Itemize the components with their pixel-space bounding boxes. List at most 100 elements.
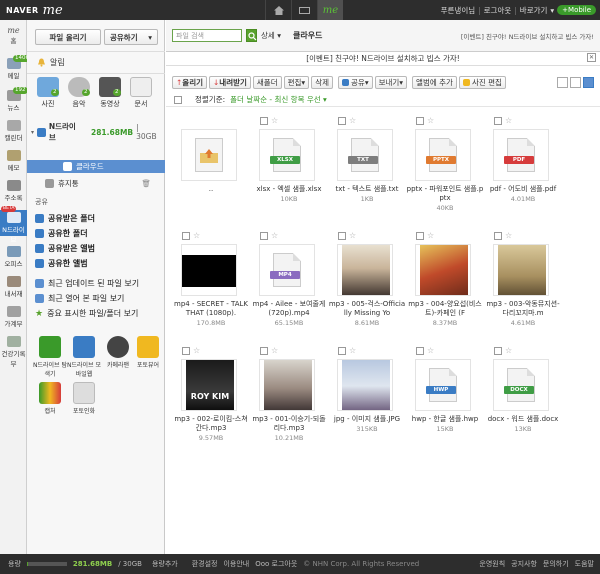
policy-link[interactable]: 운영원칙 bbox=[479, 559, 505, 569]
folder-trash[interactable]: 휴지통 🗑 bbox=[27, 177, 165, 190]
search-button[interactable] bbox=[246, 29, 257, 42]
sort-select[interactable]: 폴더 날짜순 - 최신 항목 우선 ▾ bbox=[230, 94, 327, 105]
naver-me-logo[interactable]: NAVER me bbox=[0, 0, 150, 20]
mobile-button[interactable]: +Mobile bbox=[557, 5, 596, 15]
star-icon[interactable]: ☆ bbox=[193, 231, 200, 240]
edit-button[interactable]: 편집 ▾ bbox=[283, 75, 310, 89]
file-thumbnail[interactable] bbox=[493, 244, 549, 296]
help-link[interactable]: 도움말 bbox=[575, 559, 594, 569]
file-checkbox[interactable] bbox=[260, 346, 268, 355]
app-photo-print[interactable]: 포토인화 bbox=[67, 382, 101, 415]
link-recent-updated[interactable]: 최근 업데이트 된 파일 보기 bbox=[35, 278, 139, 289]
category-photo[interactable]: 2 사진 bbox=[37, 77, 59, 109]
share-button[interactable]: 공유하기 ▾ bbox=[104, 29, 158, 45]
file-checkbox[interactable] bbox=[182, 231, 190, 240]
alarm-row[interactable]: 알림 bbox=[27, 52, 165, 74]
photo-edit-button[interactable]: 사진 편집 bbox=[458, 75, 506, 89]
file-checkbox[interactable] bbox=[416, 231, 424, 240]
app-ndrive-explorer[interactable]: N드라이브 탐색기 bbox=[33, 336, 67, 378]
new-folder-button[interactable]: 새폴더 bbox=[252, 75, 282, 89]
category-document[interactable]: 문서 bbox=[130, 77, 152, 109]
star-icon[interactable]: ☆ bbox=[505, 116, 512, 125]
rail-health[interactable]: 건강기록부 bbox=[0, 336, 27, 368]
link-shared-received-folder[interactable]: 공유받은 폴더 bbox=[35, 213, 95, 224]
upload-file-button[interactable]: 파일 올리기 bbox=[35, 29, 101, 45]
send-button[interactable]: 보내기 ▾ bbox=[374, 75, 408, 89]
app-ndrive-mobile[interactable]: N드라이브 모바일웹 bbox=[67, 336, 101, 378]
star-icon[interactable]: ☆ bbox=[427, 346, 434, 355]
app-capture[interactable]: 캡처 bbox=[33, 382, 67, 415]
rail-mail[interactable]: 1406 메일 bbox=[0, 55, 31, 80]
rail-ndrive[interactable]: BETA N드라이브 bbox=[0, 206, 27, 244]
upload-button[interactable]: ↑ 올리기 bbox=[172, 75, 207, 89]
file-item[interactable]: ☆ mp3 - 005-걱스-Officially Missing Yo 8.61M… bbox=[328, 231, 406, 327]
file-thumbnail[interactable] bbox=[259, 359, 315, 411]
file-checkbox[interactable] bbox=[494, 116, 502, 125]
file-thumbnail[interactable] bbox=[337, 244, 393, 296]
file-item[interactable]: ☆ TXT txt - 텍스트 샘플.txt 1KB bbox=[328, 116, 406, 203]
top-nav-me[interactable]: me bbox=[317, 0, 343, 20]
file-checkbox[interactable] bbox=[494, 231, 502, 240]
star-icon[interactable]: ☆ bbox=[271, 231, 278, 240]
link-shared-folder[interactable]: 공유한 폴더 bbox=[35, 228, 88, 239]
star-icon[interactable]: ☆ bbox=[505, 231, 512, 240]
file-thumbnail[interactable]: XLSX bbox=[259, 129, 315, 181]
file-search-input[interactable]: 파일 검색 bbox=[172, 29, 242, 42]
file-checkbox[interactable] bbox=[338, 346, 346, 355]
add-album-button[interactable]: 앨범에 추가 bbox=[412, 75, 457, 89]
ndrive-root[interactable]: ▾ N드라이브 281.68MB | 30GB bbox=[31, 122, 161, 142]
file-item[interactable]: ☆ DOCX docx - 워드 샘플.docx 13KB bbox=[484, 346, 562, 433]
list-view-icon[interactable] bbox=[557, 76, 568, 88]
star-icon[interactable]: ☆ bbox=[505, 346, 512, 355]
user-name[interactable]: 푸른냉이님 bbox=[441, 5, 476, 16]
category-music[interactable]: 2 음악 bbox=[68, 77, 90, 109]
rail-office[interactable]: 오피스 bbox=[0, 246, 27, 268]
top-nav-window[interactable] bbox=[291, 0, 317, 20]
trash-empty-icon[interactable]: 🗑 bbox=[141, 179, 151, 188]
file-item[interactable]: ☆ HWP hwp - 한글 샘플.hwp 15KB bbox=[406, 346, 484, 433]
file-item[interactable]: ☆ jpg - 이미지 샘플.JPG 315KB bbox=[328, 346, 406, 433]
file-item[interactable]: ☆ MP4 mp4 - Ailee - 보여줄게 (720p).mp4 65.15MB bbox=[250, 231, 328, 327]
settings-link[interactable]: 환경설정 bbox=[192, 559, 218, 569]
link-important[interactable]: ★ 중요 표시한 파일/폴더 보기 bbox=[35, 308, 138, 319]
rail-ledger[interactable]: 가계부 bbox=[0, 306, 27, 328]
rail-memo[interactable]: 메모 bbox=[0, 150, 27, 172]
close-icon[interactable]: ✕ bbox=[587, 53, 596, 62]
guide-link[interactable]: 이용안내 bbox=[223, 559, 249, 569]
select-all-checkbox[interactable] bbox=[174, 95, 182, 104]
star-icon[interactable]: ☆ bbox=[427, 116, 434, 125]
star-icon[interactable]: ☆ bbox=[349, 116, 356, 125]
file-item[interactable]: ☆ PPTX pptx - 파워포인트 샘플.pptx 40KB bbox=[406, 116, 484, 212]
star-icon[interactable]: ☆ bbox=[349, 346, 356, 355]
file-checkbox[interactable] bbox=[182, 346, 190, 355]
app-cameraman[interactable]: 카메라맨 bbox=[101, 336, 135, 369]
grid-view-icon[interactable] bbox=[583, 76, 594, 88]
file-checkbox[interactable] bbox=[260, 231, 268, 240]
file-thumbnail[interactable] bbox=[337, 359, 393, 411]
folder-cloud[interactable]: 클라우드 bbox=[27, 160, 165, 173]
file-checkbox[interactable] bbox=[260, 116, 268, 125]
file-item[interactable]: ☆ PDF pdf - 어도비 샘플.pdf 4.01MB bbox=[484, 116, 562, 203]
rail-calendar[interactable]: 캘린더 bbox=[0, 120, 27, 142]
link-shared-album[interactable]: 공유한 앨범 bbox=[35, 258, 88, 269]
detail-view-icon[interactable] bbox=[570, 76, 581, 88]
file-thumbnail[interactable] bbox=[181, 244, 237, 296]
event-banner-top[interactable]: [이벤트] 친구야! N드라이브 설치하고 빕스 가자! bbox=[461, 31, 594, 41]
file-item[interactable]: ☆ mp4 - SECRET - TALK THAT (1080p). 170.8M… bbox=[172, 231, 250, 327]
add-storage-link[interactable]: 용량추가 bbox=[152, 559, 178, 569]
app-photo-viewer[interactable]: 포토뷰어 bbox=[131, 336, 165, 369]
file-thumbnail[interactable]: DOCX bbox=[493, 359, 549, 411]
file-thumbnail[interactable] bbox=[415, 244, 471, 296]
category-video[interactable]: 2 동영상 bbox=[99, 77, 121, 109]
file-item[interactable]: ☆ mp3 - 001-이승기-되돌리다.mp3 10.21MB bbox=[250, 346, 328, 442]
star-icon[interactable]: ☆ bbox=[193, 346, 200, 355]
file-checkbox[interactable] bbox=[338, 231, 346, 240]
file-item[interactable]: ☆ mp3 - 004-양요섭(비스트)-카페인 (F 8.37MB bbox=[406, 231, 484, 327]
notice-link[interactable]: 공지사항 bbox=[511, 559, 537, 569]
file-thumbnail[interactable] bbox=[181, 129, 237, 181]
inquiry-link[interactable]: 문의하기 bbox=[543, 559, 569, 569]
file-item[interactable]: .. bbox=[172, 116, 250, 195]
star-icon[interactable]: ☆ bbox=[427, 231, 434, 240]
file-thumbnail[interactable]: ROY KIM bbox=[181, 359, 237, 411]
rail-news[interactable]: 192 뉴스 bbox=[0, 87, 28, 112]
